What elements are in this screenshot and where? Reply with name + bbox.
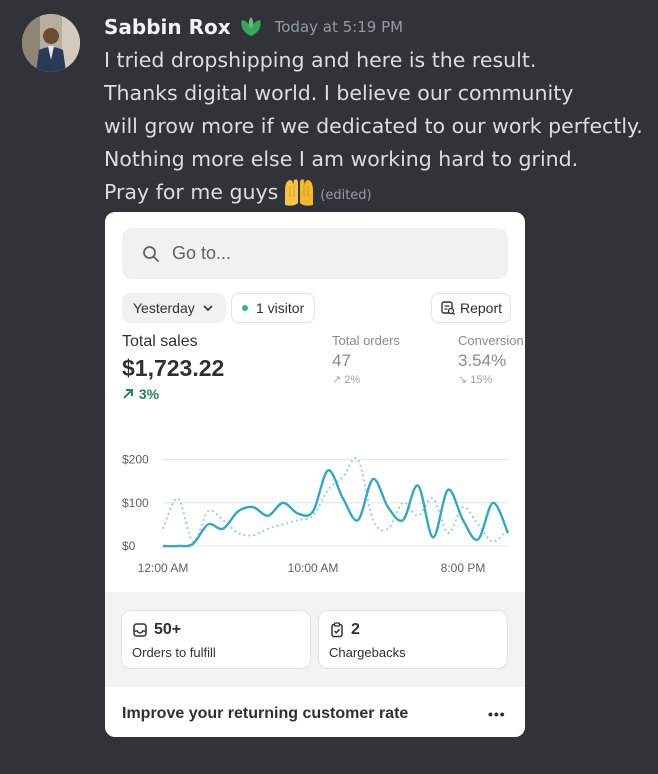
sales-chart: $0 $100 $200 12:00 AM 10:00 AM 8:00 PM xyxy=(122,453,510,575)
message-line: will grow more if we dedicated to our wo… xyxy=(104,114,643,138)
message-timestamp: Today at 5:19 PM xyxy=(274,18,404,36)
action-tiles: 50+ Orders to fulfill 2 Chargebacks xyxy=(105,592,525,687)
search-placeholder: Go to... xyxy=(172,243,232,263)
arrow-up-right-icon xyxy=(123,389,133,399)
clipboard-check-icon xyxy=(331,622,343,638)
message-line-last: Pray for me guys (edited) xyxy=(104,176,652,212)
y-tick-label: $200 xyxy=(122,453,149,467)
total-sales-label: Total sales xyxy=(122,333,198,350)
visitor-badge[interactable]: 1 visitor xyxy=(231,293,316,323)
message-header: Sabbin Rox Today at 5:19 PM xyxy=(104,12,403,42)
total-orders-label: Total orders xyxy=(332,333,400,348)
chargebacks-label: Chargebacks xyxy=(329,645,406,660)
y-tick-label: $0 xyxy=(122,539,136,553)
message-line: I tried dropshipping and here is the res… xyxy=(104,48,537,72)
total-sales-change: 3% xyxy=(122,386,224,402)
conversion-change: ↘ 15% xyxy=(458,374,493,386)
search-bar[interactable]: Go to... xyxy=(122,228,508,279)
total-orders-metric[interactable]: Total orders 47 ↗ 2% xyxy=(332,333,400,386)
conversion-change-value: 15% xyxy=(470,374,493,386)
y-tick-label: $100 xyxy=(122,496,149,510)
visitor-count: 1 visitor xyxy=(256,300,305,316)
report-button[interactable]: Report xyxy=(431,293,512,323)
x-tick-label: 12:00 AM xyxy=(138,561,189,575)
chargebacks-value: 2 xyxy=(351,621,360,638)
message-line: Thanks digital world. I believe our comm… xyxy=(104,81,574,105)
message-line: Nothing more else I am working hard to g… xyxy=(104,147,579,171)
chargebacks-tile[interactable]: 2 Chargebacks xyxy=(318,610,508,669)
total-orders-change-value: 2% xyxy=(344,374,361,386)
more-options-icon[interactable]: ••• xyxy=(488,706,506,722)
orders-to-fulfill-label: Orders to fulfill xyxy=(132,645,216,660)
total-orders-change: ↗ 2% xyxy=(332,374,361,386)
avatar[interactable] xyxy=(22,14,80,72)
message-content: I tried dropshipping and here is the res… xyxy=(104,44,652,212)
inbox-icon xyxy=(133,623,147,637)
series-line-current xyxy=(162,469,510,548)
image-attachment[interactable]: Go to... Yesterday 1 visitor Report Tota… xyxy=(105,212,525,737)
total-sales-metric[interactable]: Total sales $1,723.22 3% xyxy=(122,333,224,402)
x-tick-label: 8:00 PM xyxy=(441,561,486,575)
orders-to-fulfill-value: 50+ xyxy=(154,621,182,638)
conversion-label: Conversion xyxy=(458,333,524,348)
conversion-metric[interactable]: Conversion 3.54% ↘ 15% xyxy=(458,333,524,386)
chevron-down-icon xyxy=(203,305,213,312)
total-orders-value: 47 xyxy=(332,351,351,370)
total-sales-value: $1,723.22 xyxy=(122,355,225,381)
report-icon xyxy=(441,301,455,315)
edited-label: (edited) xyxy=(320,188,372,203)
orders-to-fulfill-tile[interactable]: 50+ Orders to fulfill xyxy=(121,610,311,669)
live-dot-icon xyxy=(242,305,248,311)
conversion-value: 3.54% xyxy=(458,351,507,370)
username[interactable]: Sabbin Rox xyxy=(104,15,231,39)
search-icon xyxy=(143,245,159,262)
date-filter-label: Yesterday xyxy=(133,300,195,316)
total-sales-change-value: 3% xyxy=(138,386,160,402)
returning-customer-card-title[interactable]: Improve your returning customer rate xyxy=(122,705,408,723)
report-label: Report xyxy=(460,300,503,316)
palms-up-emoji-icon xyxy=(282,177,316,207)
message-line: Pray for me guys xyxy=(104,180,279,204)
x-tick-label: 10:00 AM xyxy=(288,561,339,575)
date-filter[interactable]: Yesterday xyxy=(122,293,226,323)
leaf-badge-icon[interactable] xyxy=(237,15,265,39)
